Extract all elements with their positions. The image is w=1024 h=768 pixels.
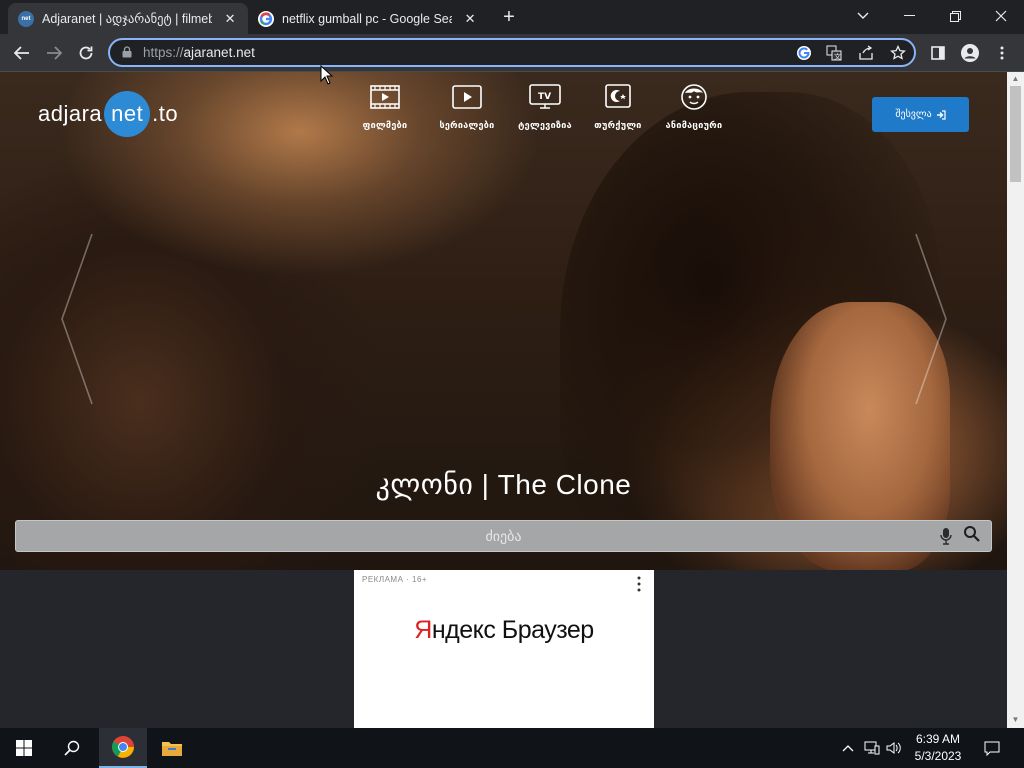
scrollbar-thumb[interactable] <box>1010 86 1021 182</box>
chrome-icon <box>112 736 134 758</box>
site-logo[interactable]: adjara net .to <box>38 91 179 137</box>
login-button[interactable]: შესვლა <box>872 97 969 132</box>
taskbar-file-explorer-button[interactable] <box>148 728 196 768</box>
show-hidden-icons-chevron-icon[interactable] <box>838 738 858 758</box>
folder-icon <box>162 742 182 756</box>
menu-kebab-icon[interactable] <box>988 39 1016 67</box>
advertisement-banner[interactable]: РЕКЛАМА · 16+ Яндекс Браузер <box>354 570 654 728</box>
tv-icon: TV <box>529 82 561 112</box>
search-icon <box>64 740 80 756</box>
close-tab-icon[interactable]: ✕ <box>462 11 478 27</box>
tab-title: netflix gumball pc - Google Search <box>282 11 452 26</box>
logo-text-left: adjara <box>38 101 103 126</box>
hero-movie-title[interactable]: კლონი | The Clone <box>0 468 1007 501</box>
lock-icon[interactable] <box>122 46 132 58</box>
reload-button[interactable] <box>72 39 100 67</box>
minimize-button[interactable] <box>886 0 932 32</box>
play-icon <box>451 82 483 112</box>
search-icon[interactable] <box>963 525 981 543</box>
search-placeholder: ძიება <box>485 528 522 544</box>
back-button[interactable] <box>8 39 36 67</box>
nav-movies[interactable]: ფილმები <box>360 82 410 131</box>
restore-button[interactable] <box>932 0 978 32</box>
tab-strip: net Adjaranet | ადჯარანეტ | filmebi ✕ ne… <box>0 0 1024 34</box>
address-bar[interactable]: https://ajaranet.net 文 <box>108 38 916 67</box>
film-icon <box>369 82 401 112</box>
mouse-cursor-icon <box>320 65 334 85</box>
volume-icon[interactable] <box>884 738 904 758</box>
system-clock[interactable]: 6:39 AM 5/3/2023 <box>908 731 968 765</box>
svg-text:TV: TV <box>538 92 551 102</box>
nav-series[interactable]: სერიალები <box>436 82 498 131</box>
new-tab-button[interactable]: + <box>498 6 520 28</box>
logo-text-right: .to <box>152 101 179 126</box>
logo-circle: net <box>104 91 151 137</box>
ad-brand-initial: Я <box>414 616 432 644</box>
taskbar-search-button[interactable] <box>48 728 96 768</box>
turkish-icon <box>602 82 634 112</box>
hero-banner[interactable]: adjara net .to ფილმები სერიალები TV ტელე… <box>0 72 1007 572</box>
url-text[interactable]: https://ajaranet.net <box>143 45 255 60</box>
clock-time: 6:39 AM <box>915 732 961 746</box>
tab-title: Adjaranet | ადჯარანეტ | filmebi <box>42 12 213 26</box>
nav-animation[interactable]: ანიმაციური <box>662 82 726 131</box>
clock-date: 5/3/2023 <box>914 749 962 763</box>
profile-avatar-icon[interactable] <box>956 39 984 67</box>
translate-icon[interactable]: 文 <box>824 43 844 63</box>
tab-google-search[interactable]: netflix gumball pc - Google Search ✕ <box>248 3 488 34</box>
google-lens-icon[interactable] <box>794 43 814 63</box>
ad-brand-text: Яндекс Браузер <box>354 616 654 645</box>
microphone-icon[interactable] <box>939 527 953 545</box>
ad-brand-rest: ндекс Браузер <box>431 616 594 644</box>
forward-button[interactable] <box>40 39 68 67</box>
close-window-button[interactable] <box>978 0 1024 32</box>
cartoon-face-icon <box>678 82 710 112</box>
web-page: adjara net .to ფილმები სერიალები TV ტელე… <box>0 72 1007 728</box>
ad-label: РЕКЛАМА · 16+ <box>362 575 428 584</box>
notifications-icon[interactable] <box>982 738 1002 758</box>
close-tab-icon[interactable]: ✕ <box>222 11 238 27</box>
login-label: შესვლა <box>895 109 932 120</box>
tab-search-chevron-icon[interactable] <box>840 0 886 32</box>
google-favicon-icon <box>258 10 274 27</box>
taskbar-chrome-button[interactable] <box>99 728 147 768</box>
bookmark-star-icon[interactable] <box>888 43 908 63</box>
nav-series-label: სერიალები <box>439 120 495 130</box>
nav-tv[interactable]: TV ტელევიზია <box>514 82 576 131</box>
sign-in-icon <box>936 109 946 120</box>
ad-options-kebab-icon[interactable] <box>637 576 641 592</box>
tab-adjaranet[interactable]: net Adjaranet | ადჯარანეტ | filmebi ✕ <box>8 3 248 34</box>
side-panel-icon[interactable] <box>924 39 952 67</box>
scroll-up-arrow-icon[interactable]: ▲ <box>1011 74 1020 83</box>
search-input[interactable]: ძიება <box>15 520 992 552</box>
browser-toolbar: https://ajaranet.net 文 <box>0 34 1024 72</box>
nav-movies-label: ფილმები <box>362 120 408 130</box>
network-icon[interactable] <box>862 738 882 758</box>
carousel-next-arrow-icon[interactable] <box>910 232 950 406</box>
windows-logo-icon <box>16 740 32 756</box>
content-area: РЕКЛАМА · 16+ Яндекс Браузер <box>0 570 1007 728</box>
carousel-prev-arrow-icon[interactable] <box>58 232 98 406</box>
windows-taskbar: 6:39 AM 5/3/2023 <box>0 728 1024 768</box>
svg-text:文: 文 <box>834 52 841 61</box>
nav-tv-label: ტელევიზია <box>518 120 572 130</box>
adjaranet-favicon-icon: net <box>18 10 34 27</box>
start-button[interactable] <box>0 728 48 768</box>
page-scrollbar[interactable]: ▲ ▼ <box>1007 72 1024 728</box>
nav-turkish[interactable]: თურქული <box>590 82 646 131</box>
scroll-down-arrow-icon[interactable]: ▼ <box>1011 715 1020 724</box>
nav-animation-label: ანიმაციური <box>665 120 723 130</box>
share-icon[interactable] <box>856 43 876 63</box>
nav-turkish-label: თურქული <box>594 120 642 130</box>
